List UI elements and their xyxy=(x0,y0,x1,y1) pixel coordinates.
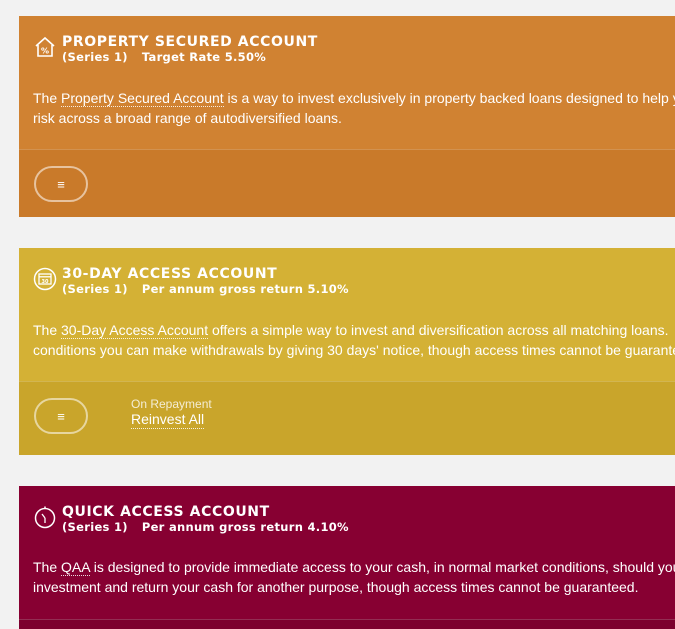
card-description: The Property Secured Account is a way to… xyxy=(33,90,675,126)
card-footer: ≡ xyxy=(19,149,675,217)
card-subtitle: (Series 1) Per annum gross return 5.10% xyxy=(62,282,349,297)
menu-icon: ≡ xyxy=(57,408,65,424)
card-title: QUICK ACCESS ACCOUNT xyxy=(62,504,270,520)
series-label: (Series 1) xyxy=(62,50,128,64)
account-link[interactable]: 30-Day Access Account xyxy=(61,322,209,339)
account-card-30-day-access: 30 30-DAY ACCESS ACCOUNT (Series 1) Per a… xyxy=(19,248,675,455)
house-percent-icon: % xyxy=(35,36,55,57)
account-card-quick-access: QUICK ACCESS ACCOUNT (Series 1) Per annum… xyxy=(19,486,675,629)
svg-text:30: 30 xyxy=(42,279,49,285)
menu-button[interactable]: ≡ xyxy=(34,398,88,434)
rate-label: Per annum gross return 4.10% xyxy=(141,520,349,534)
menu-icon: ≡ xyxy=(57,176,65,192)
account-link[interactable]: QAA xyxy=(61,559,90,576)
series-label: (Series 1) xyxy=(62,282,128,296)
card-title: 30-DAY ACCESS ACCOUNT xyxy=(62,266,278,282)
stopwatch-icon xyxy=(34,506,56,529)
repayment-value[interactable]: Reinvest All xyxy=(131,411,205,429)
card-header: 30 30-DAY ACCESS ACCOUNT (Series 1) Per a… xyxy=(33,266,349,297)
card-header: QUICK ACCESS ACCOUNT (Series 1) Per annum… xyxy=(33,504,349,535)
rate-label: Target Rate 5.50% xyxy=(141,50,267,64)
repayment-setting: On Repayment Reinvest All xyxy=(131,397,212,429)
svg-text:%: % xyxy=(41,47,49,56)
repayment-label: On Repayment xyxy=(131,397,212,411)
card-footer xyxy=(19,619,675,629)
card-description: The QAA is designed to provide immediate… xyxy=(33,559,675,595)
rate-label: Per annum gross return 5.10% xyxy=(141,282,349,296)
series-label: (Series 1) xyxy=(62,520,128,534)
calendar-icon: 30 xyxy=(33,267,57,291)
account-card-property-secured: % PROPERTY SECURED ACCOUNT (Series 1) Tar… xyxy=(19,16,675,217)
menu-button[interactable]: ≡ xyxy=(34,166,88,202)
card-subtitle: (Series 1) Target Rate 5.50% xyxy=(62,50,318,65)
card-title: PROPERTY SECURED ACCOUNT xyxy=(62,34,318,50)
card-subtitle: (Series 1) Per annum gross return 4.10% xyxy=(62,520,349,535)
account-link[interactable]: Property Secured Account xyxy=(61,90,224,107)
card-header: % PROPERTY SECURED ACCOUNT (Series 1) Tar… xyxy=(33,34,318,65)
card-footer: ≡ On Repayment Reinvest All xyxy=(19,381,675,455)
card-description: The 30-Day Access Account offers a simpl… xyxy=(33,322,675,358)
